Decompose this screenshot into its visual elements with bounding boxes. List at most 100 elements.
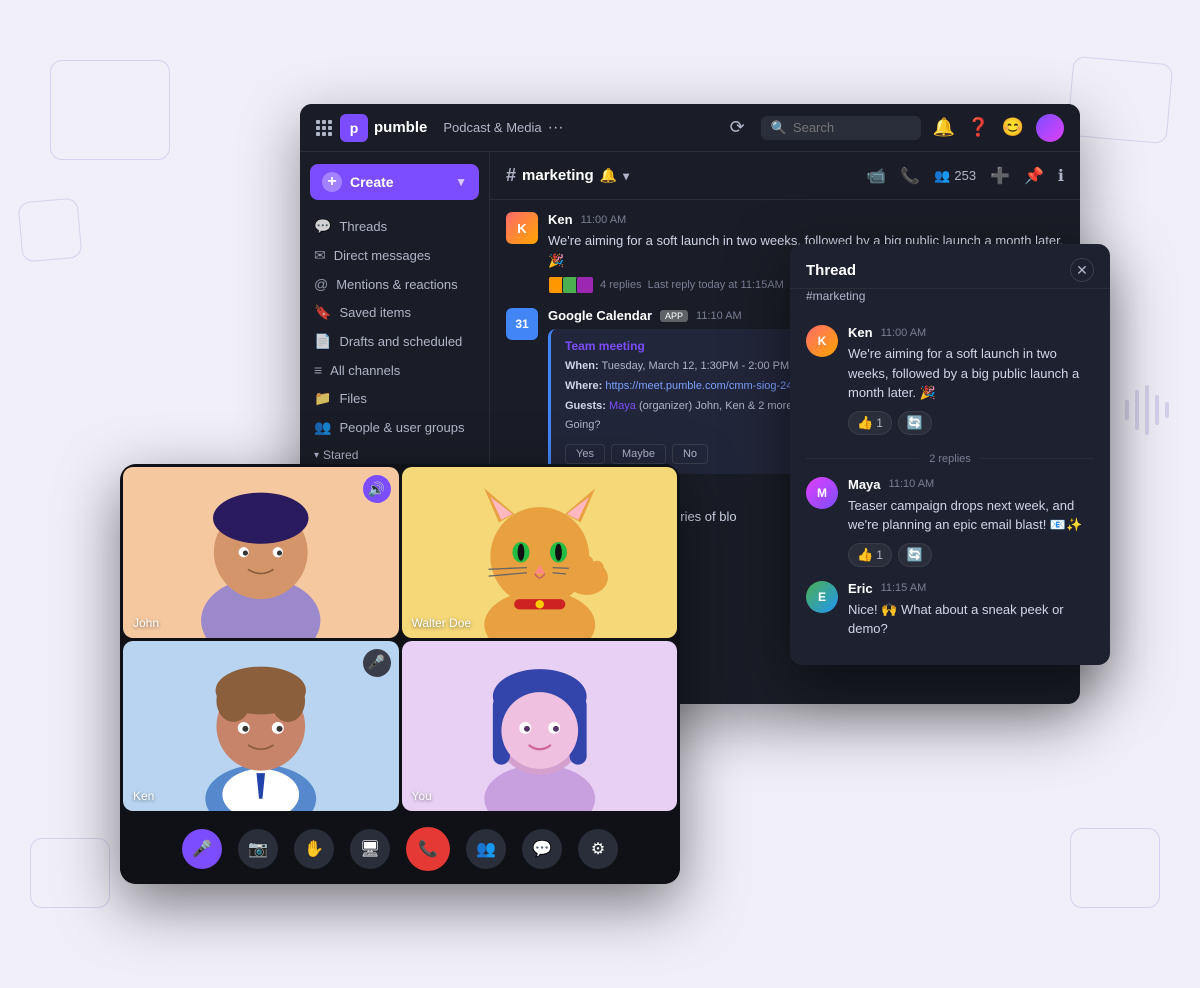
ken-muted-indicator: 🎤 (363, 649, 391, 677)
ken-time: 11:00 AM (581, 214, 627, 226)
logo-icon: p (340, 114, 368, 142)
settings-button[interactable]: ⚙ (578, 829, 618, 869)
thread-ken-content: Ken 11:00 AM We're aiming for a soft lau… (848, 325, 1094, 435)
history-icon[interactable]: ⟳ (730, 117, 745, 138)
scene-container: p pumble Podcast & Media ··· ⟳ 🔍 🔔 ❓ 😊 (120, 104, 1080, 884)
sidebar-item-saved[interactable]: 🔖 Saved items (300, 298, 489, 327)
workspace-menu-icon[interactable]: ··· (548, 119, 564, 137)
create-button[interactable]: + Create ▼ (310, 164, 479, 200)
last-reply-text: Last reply today at 11:15AM (648, 279, 784, 291)
going-question: Going? (565, 419, 600, 431)
stared-label: Stared (323, 448, 358, 462)
thread-maya-time: 11:10 AM (889, 478, 935, 490)
sidebar-files-label: Files (339, 391, 366, 406)
plus-icon: + (322, 172, 342, 192)
files-icon: 📁 (314, 390, 331, 407)
pin-icon[interactable]: 📌 (1024, 166, 1044, 186)
thread-ken-name: Ken (848, 325, 873, 340)
sidebar-saved-label: Saved items (339, 305, 411, 320)
saved-icon: 🔖 (314, 304, 331, 321)
thread-close-button[interactable]: ✕ (1070, 258, 1094, 282)
screen-share-button[interactable]: 🖥 (350, 829, 390, 869)
thread-eric-avatar: E (806, 581, 838, 613)
sidebar-item-drafts[interactable]: 📄 Drafts and scheduled (300, 327, 489, 356)
sidebar-item-people[interactable]: 👥 People & user groups (300, 413, 489, 442)
sidebar-dm-label: Direct messages (334, 248, 431, 263)
info-icon[interactable]: ℹ (1058, 166, 1064, 186)
refresh-reaction[interactable]: 🔄 (898, 411, 932, 435)
ken-name: Ken (548, 212, 573, 227)
members-icon: 👥 (934, 168, 950, 184)
ken-video-label: Ken (133, 789, 154, 803)
user-avatar[interactable] (1036, 114, 1064, 142)
stared-chevron-icon: ▾ (314, 450, 319, 461)
thread-ken-avatar: K (806, 325, 838, 357)
channel-chevron-icon[interactable]: ▾ (623, 169, 629, 183)
sidebar-mentions-label: Mentions & reactions (336, 277, 457, 292)
bg-rect-2 (1067, 56, 1174, 144)
thread-maya-text: Teaser campaign drops next week, and we'… (848, 496, 1094, 535)
bell-icon[interactable]: 🔔 (933, 117, 955, 138)
thread-replies-divider: 2 replies (806, 449, 1094, 477)
sidebar-channels-label: All channels (330, 363, 400, 378)
app-badge: APP (660, 310, 688, 322)
thread-eric-time: 11:15 AM (881, 582, 927, 594)
sidebar-item-mentions[interactable]: @ Mentions & reactions (300, 270, 489, 298)
grid-menu-icon[interactable] (316, 120, 332, 136)
camera-button[interactable]: 📷 (238, 829, 278, 869)
thread-eric-name: Eric (848, 581, 873, 596)
reply-avatar-3 (576, 276, 594, 294)
channel-bell-icon[interactable]: 🔔 (600, 167, 617, 184)
bg-rect-4 (1070, 828, 1160, 908)
create-label: Create (350, 174, 394, 190)
yes-button[interactable]: Yes (565, 444, 605, 464)
sidebar-item-files[interactable]: 📁 Files (300, 384, 489, 413)
end-call-button[interactable]: 📞 (406, 827, 450, 871)
thread-maya-name: Maya (848, 477, 881, 492)
thread-maya-header: Maya 11:10 AM (848, 477, 1094, 492)
channel-header-actions: 📹 📞 👥 253 ➕ 📌 ℹ (866, 166, 1064, 186)
search-bar[interactable]: 🔍 (761, 116, 921, 140)
member-count[interactable]: 👥 253 (934, 168, 976, 184)
mic-button[interactable]: 🎤 (182, 829, 222, 869)
sidebar-item-channels[interactable]: ≡ All channels (300, 356, 489, 384)
sidebar-people-label: People & user groups (339, 420, 464, 435)
sound-wave-icon (1120, 380, 1180, 440)
no-button[interactable]: No (672, 444, 708, 464)
video-controls: 🎤 📷 ✋ 🖥 📞 👥 💬 ⚙ (120, 814, 680, 884)
chat-button[interactable]: 💬 (522, 829, 562, 869)
emoji-icon[interactable]: 😊 (1002, 117, 1024, 138)
search-icon: 🔍 (771, 120, 787, 136)
thumbs-up-reaction[interactable]: 👍 1 (848, 411, 892, 435)
maya-thumbs-up-reaction[interactable]: 👍 1 (848, 543, 892, 567)
search-input[interactable] (793, 120, 911, 135)
ken-message-header: Ken 11:00 AM (548, 212, 1064, 227)
reply-count: 4 replies (600, 279, 642, 291)
workspace-name[interactable]: Podcast & Media (443, 120, 541, 135)
video-grid: 🔊 John (120, 464, 680, 814)
cat-avatar-svg (402, 467, 678, 638)
raise-hand-button[interactable]: ✋ (294, 829, 334, 869)
sidebar-item-direct-messages[interactable]: ✉ Direct messages (300, 241, 489, 270)
sidebar-item-threads[interactable]: 💬 Threads (300, 212, 489, 241)
john-avatar-svg (123, 467, 399, 638)
you-avatar-svg (402, 641, 678, 812)
maybe-button[interactable]: Maybe (611, 444, 666, 464)
you-video-label: You (412, 789, 432, 803)
thread-eric-text: Nice! 🙌 What about a sneak peek or demo? (848, 600, 1094, 639)
topbar: p pumble Podcast & Media ··· ⟳ 🔍 🔔 ❓ 😊 (300, 104, 1080, 152)
thread-channel-name: #marketing (790, 289, 1110, 313)
thread-messages: K Ken 11:00 AM We're aiming for a soft l… (790, 313, 1110, 665)
participants-button[interactable]: 👥 (466, 829, 506, 869)
john-video-label: John (133, 616, 159, 630)
video-cell-john: 🔊 John (123, 467, 399, 638)
help-icon[interactable]: ❓ (967, 117, 989, 138)
meeting-link[interactable]: https://meet.pumble.com/cmm-siog-245 (605, 380, 798, 392)
channel-name-text: marketing (522, 167, 594, 184)
logo: p pumble (340, 114, 427, 142)
phone-icon[interactable]: 📞 (900, 166, 920, 186)
add-member-icon[interactable]: ➕ (990, 166, 1010, 186)
video-icon[interactable]: 📹 (866, 166, 886, 186)
thread-eric-content: Eric 11:15 AM Nice! 🙌 What about a sneak… (848, 581, 1094, 639)
maya-refresh-reaction[interactable]: 🔄 (898, 543, 932, 567)
